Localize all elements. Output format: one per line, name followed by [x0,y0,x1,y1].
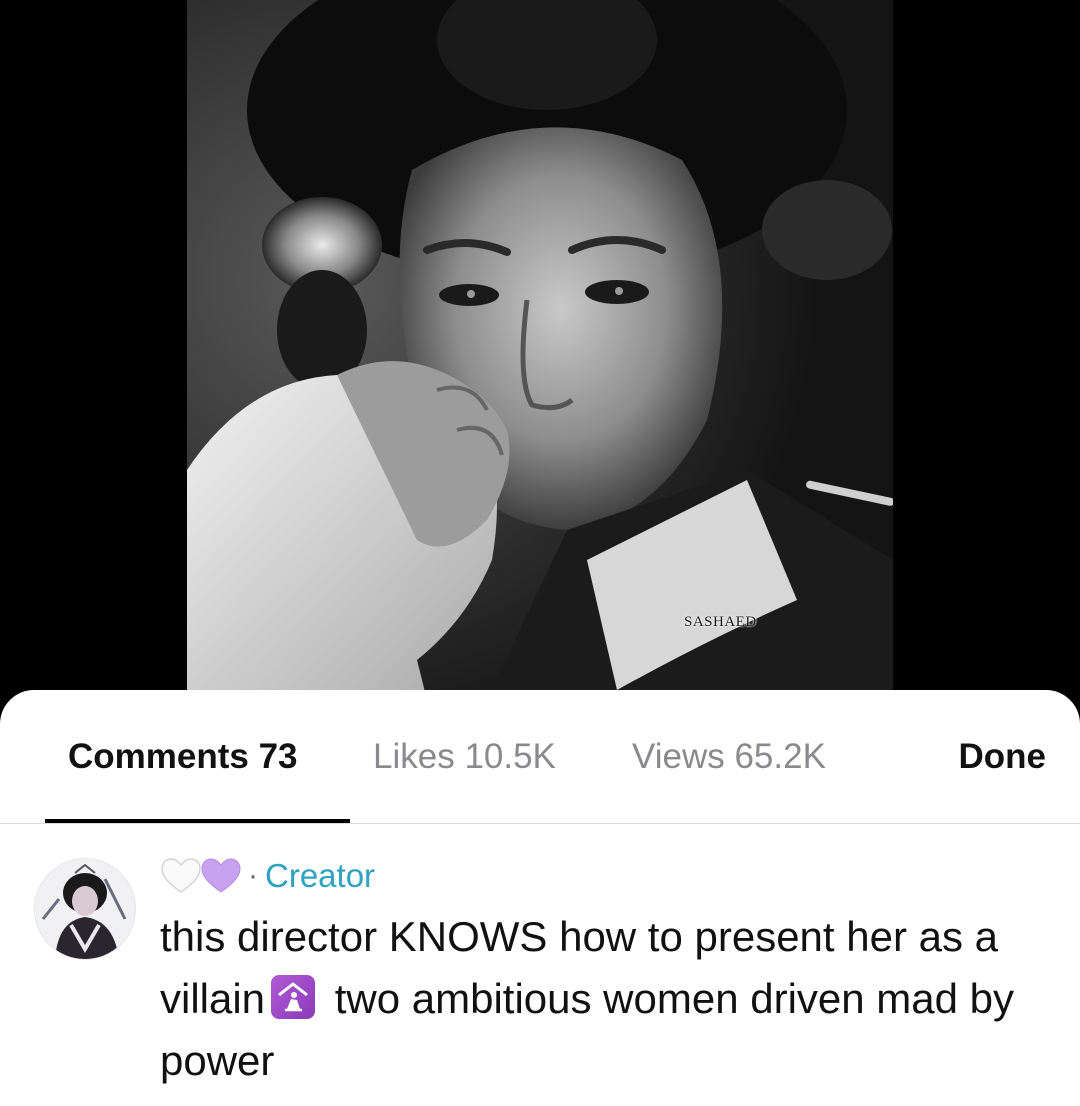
tab-likes-label: Likes [373,737,465,776]
comment-text: this director KNOWS how to present her a… [160,906,1040,1092]
creator-badge: Creator [265,857,376,894]
comment-item: · Creator this director KNOWS how to pre… [0,848,1080,1106]
video-player[interactable]: SASHAED [187,0,893,700]
app-screen: SASHAED Comments 73 Likes 10.5K Views 65… [0,0,1080,1106]
engagement-tabs: Comments 73 Likes 10.5K Views 65.2K Done [0,690,1080,824]
video-frame-image [187,0,893,700]
tab-views-label: Views [632,737,735,776]
video-watermark: SASHAED [684,614,757,630]
done-button[interactable]: Done [959,736,1047,778]
tab-comments-count: 73 [258,737,298,776]
tab-comments-label: Comments [68,737,259,776]
avatar[interactable] [34,858,136,960]
place-of-worship-icon [271,975,316,1019]
meta-separator: · [248,859,258,892]
purple-heart-icon [201,858,241,893]
tab-views[interactable]: Views 65.2K [632,736,826,778]
tabs-divider [0,823,1080,824]
comment-author-row: · Creator [160,854,375,898]
tab-views-count: 65.2K [734,737,826,776]
engagement-sheet: Comments 73 Likes 10.5K Views 65.2K Done [0,690,1080,1106]
avatar-image [35,859,135,959]
tab-likes[interactable]: Likes 10.5K [373,736,556,778]
tab-likes-count: 10.5K [464,737,556,776]
tab-comments[interactable]: Comments 73 [68,736,298,778]
white-heart-icon [161,858,201,893]
